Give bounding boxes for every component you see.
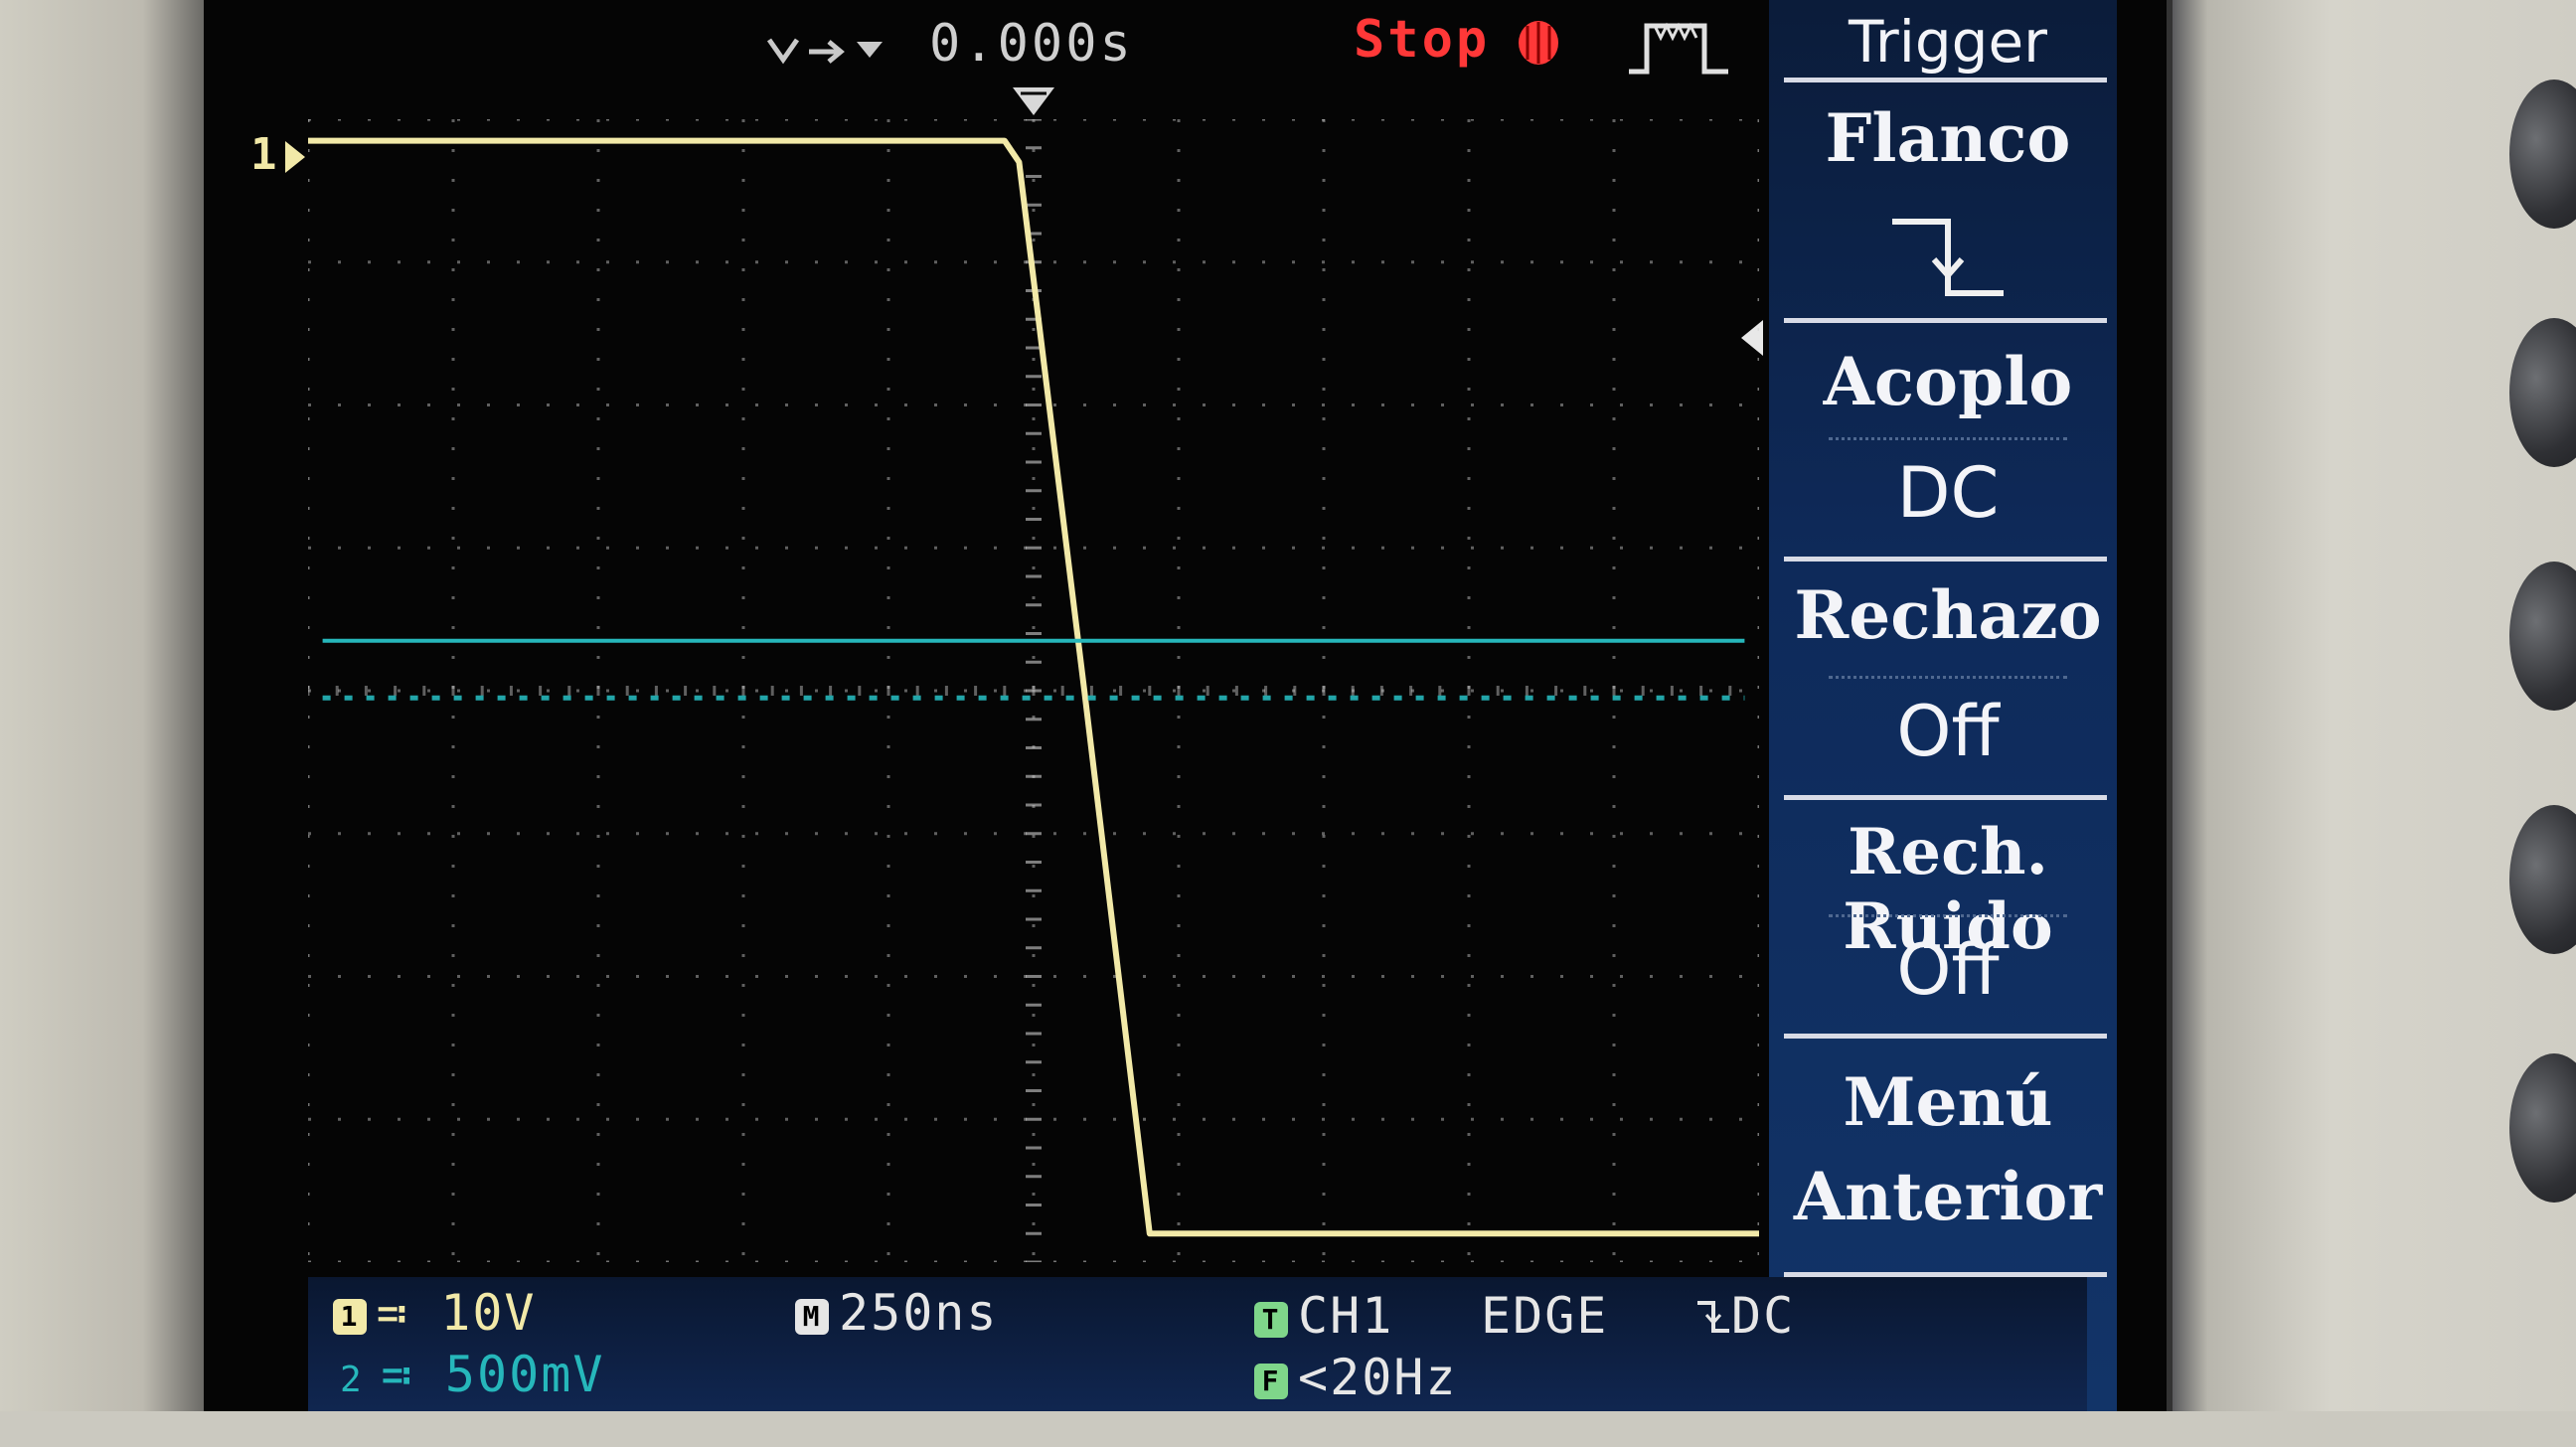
- menu-divider: [1784, 78, 2107, 82]
- ch1-scale-value: 10V: [440, 1284, 537, 1342]
- ch1-marker-label: 1: [250, 129, 277, 180]
- ch2-badge: 2: [340, 1360, 364, 1400]
- trigger-menu-title: Trigger: [1848, 8, 2048, 76]
- trigger-source: CH1: [1298, 1287, 1394, 1345]
- menu-subdivider: [1829, 676, 2067, 679]
- frequency-badge: F: [1254, 1363, 1288, 1399]
- menu-item-rechazo-value: Off: [1896, 691, 2000, 772]
- menu-item-acoplo-value: DC: [1896, 452, 2000, 534]
- trigger-badge: T: [1254, 1301, 1288, 1338]
- time-offset-readout: 0.000s: [929, 14, 1134, 74]
- scope-bezel-left: [0, 0, 204, 1447]
- ch1-scale-readout: 1 ≕ 10V: [333, 1284, 537, 1342]
- trigger-coupling-value: DC: [1731, 1287, 1796, 1345]
- time-offset-icon: [765, 22, 894, 85]
- ch1-badge: 1: [333, 1298, 367, 1335]
- stop-indicator-icon: [1516, 18, 1561, 72]
- menu-divider: [1784, 1034, 2107, 1039]
- trigger-type: EDGE: [1481, 1287, 1609, 1345]
- menu-item-menu-anterior-label2: Anterior: [1793, 1158, 2103, 1235]
- timebase-readout: M 250ns: [795, 1284, 999, 1342]
- falling-edge-icon: [1888, 214, 2008, 307]
- menu-divider: [1784, 795, 2107, 800]
- menu-divider: [1784, 318, 2107, 323]
- menu-divider: [1784, 557, 2107, 562]
- trigger-coupling-readout: DC: [1695, 1287, 1795, 1349]
- trigger-position-marker-icon: [1009, 83, 1058, 123]
- scope-bezel-bottom: [0, 1411, 2576, 1447]
- timebase-value: 250ns: [839, 1284, 999, 1342]
- frequency-readout: F <20Hz: [1254, 1349, 1458, 1406]
- scope-bezel-right: [2167, 0, 2576, 1447]
- ch2-scale-readout: 2 ≕ 500mV: [340, 1346, 605, 1403]
- menu-item-rechazo-label: Rechazo: [1794, 576, 2102, 654]
- frequency-value: <20Hz: [1298, 1349, 1458, 1406]
- ch1-marker-arrow-icon: [283, 139, 307, 179]
- menu-item-rech-ruido-value: Off: [1896, 929, 2000, 1011]
- menu-item-acoplo-label: Acoplo: [1823, 343, 2073, 420]
- menu-subdivider: [1829, 914, 2067, 917]
- ch2-scale-value: 500mV: [444, 1346, 605, 1403]
- waveform-display: [308, 119, 1759, 1262]
- timebase-badge: M: [795, 1298, 829, 1335]
- menu-subdivider: [1829, 437, 2067, 440]
- falling-edge-small-icon: [1695, 1291, 1731, 1349]
- menu-item-flanco-label: Flanco: [1825, 99, 2071, 177]
- pulse-trigger-icon: [1625, 16, 1734, 83]
- trigger-readout: T CH1: [1254, 1287, 1393, 1345]
- menu-item-menu-anterior-label: Menú: [1843, 1063, 2053, 1141]
- run-state-label: Stop: [1354, 10, 1491, 70]
